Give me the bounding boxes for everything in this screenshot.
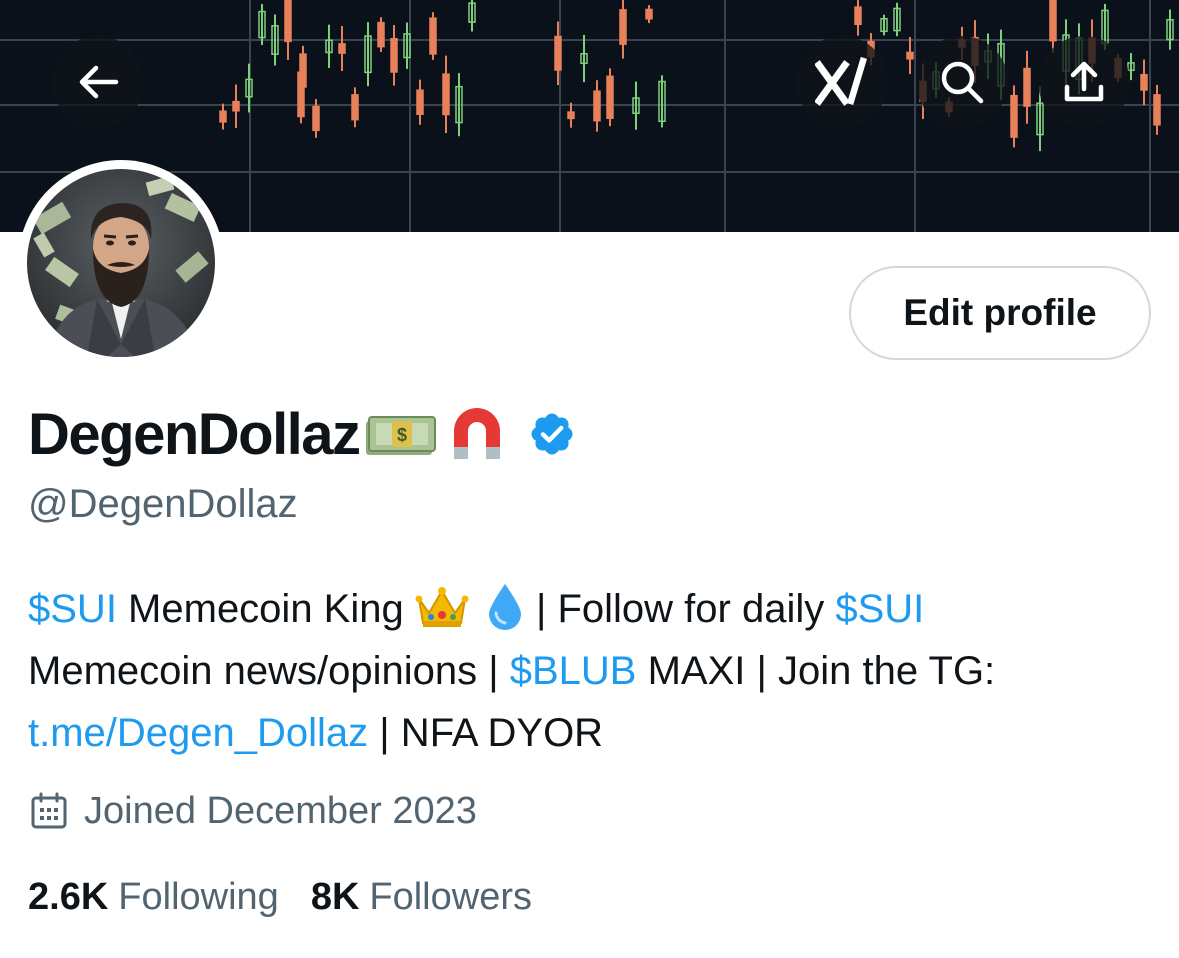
share-icon [1064,61,1104,102]
svg-text:$: $ [397,425,407,445]
bio-line: t.me/Degen_Dollaz | NFA DYOR [28,702,1148,764]
back-button[interactable] [52,36,144,128]
grok-button[interactable] [796,36,888,128]
bio-text: | Follow for daily [524,587,836,631]
followers-count: 8K [310,875,360,918]
bio: $SUI Memecoin King | Follow for daily $S… [28,578,1148,764]
crown-emoji [415,587,469,628]
edit-profile-button[interactable]: Edit profile [849,266,1151,360]
bio-text: Memecoin news/opinions | [28,649,510,693]
following-count: 2.6K [28,875,109,918]
money-bill-emoji: $ [365,416,436,455]
grok-icon [815,57,868,106]
joined-date: Joined December 2023 [30,786,477,836]
banner-candles [219,0,1174,152]
search-button[interactable] [916,36,1008,128]
joined-text: Joined December 2023 [84,789,477,832]
avatar-image [27,169,215,357]
share-button[interactable] [1038,36,1130,128]
cashtag-link[interactable]: $BLUB [510,649,637,693]
followers-label: Followers [369,875,532,918]
followers-link[interactable]: 8K Followers [311,876,532,919]
magnet-emoji [453,408,500,459]
bio-line: $SUI Memecoin King | Follow for daily $S… [28,578,1148,640]
cashtag-link[interactable]: $SUI [835,587,924,631]
telegram-link[interactable]: t.me/Degen_Dollaz [28,711,368,755]
bio-text: | NFA DYOR [368,711,604,755]
display-name-row: DegenDollaz $ [28,394,576,474]
avatar[interactable] [18,160,224,366]
arrow-left-icon [79,65,119,99]
user-handle: @DegenDollaz [28,482,298,526]
droplet-emoji [488,584,521,631]
following-label: Following [118,875,279,918]
bio-line: Memecoin news/opinions | $BLUB MAXI | Jo… [28,640,1148,702]
display-name: DegenDollaz [28,401,361,467]
bio-text: MAXI | Join the TG: [636,649,996,693]
bio-text: Memecoin King [116,587,415,631]
search-icon [941,61,984,104]
verified-badge-icon[interactable] [528,410,576,458]
follow-stats: 2.6K Following 8K Followers [28,872,532,922]
cashtag-link[interactable]: $SUI [28,587,117,631]
calendar-icon [31,792,67,829]
following-link[interactable]: 2.6K Following [28,876,279,919]
